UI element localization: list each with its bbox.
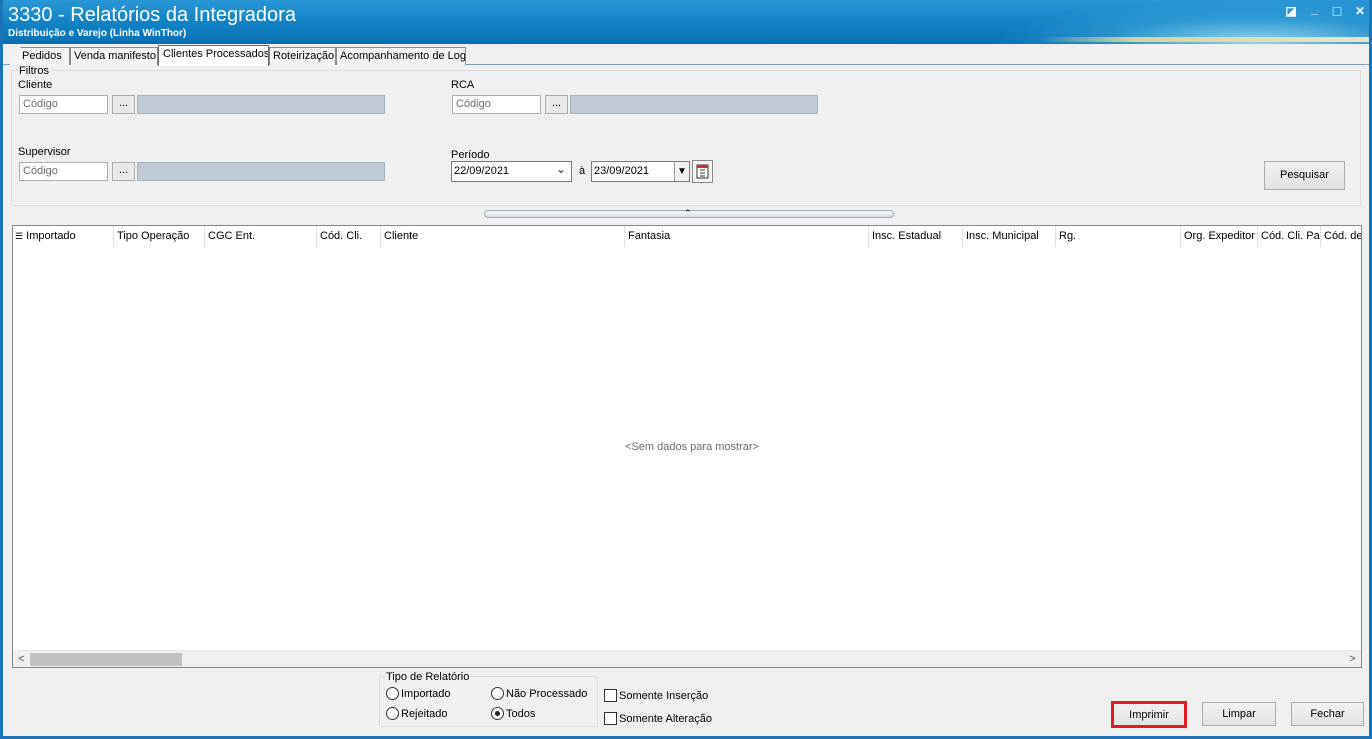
close-icon[interactable]: ✕ [1351,3,1369,19]
calendar-button[interactable] [692,160,713,183]
supervisor-code-input[interactable]: Código [19,162,108,181]
tab-acompanhamento-de-log[interactable]: Acompanhamento de Log [336,47,466,65]
search-button[interactable]: Pesquisar [1264,161,1345,190]
tab-roteirizacao[interactable]: Roteirização [269,47,336,65]
minimize-icon[interactable]: _ [1305,1,1323,17]
grid-column-header[interactable]: CGC Ent. [205,226,317,247]
scroll-left-icon[interactable]: < [13,651,30,668]
chevron-down-icon: ⌄ [555,162,566,176]
grid-column-header[interactable]: Cód. Cli. [317,226,381,247]
cliente-description-field [137,95,385,114]
title-bar-stripe [1039,37,1369,42]
rca-description-field [570,95,818,114]
cliente-lookup-button[interactable]: ... [112,95,135,114]
tab-strip: Pedidos Venda manifesto Clientes Process… [3,44,1369,66]
radio-rejeitado[interactable]: Rejeitado [386,707,447,721]
grid-column-header[interactable]: Cód. de [1321,226,1361,247]
clear-button[interactable]: Limpar [1202,702,1276,726]
cliente-code-input[interactable]: Código [19,95,108,114]
scrollbar-thumb[interactable] [30,653,182,666]
periodo-label: Período [451,149,490,161]
radio-importado[interactable]: Importado [386,687,451,701]
results-grid: ☰ Importado Tipo Operação CGC Ent. Cód. … [12,225,1362,668]
window-subtitle: Distribuição e Varejo (Linha WinThor) [8,28,187,39]
rca-code-input[interactable]: Código [452,95,541,114]
checkbox-icon [604,712,617,725]
grid-column-header[interactable]: Cód. Cli. Pal [1258,226,1321,247]
radio-button-icon [386,687,399,700]
filters-group-label: Filtros [18,65,50,77]
grid-column-header[interactable]: Insc. Estadual [869,226,963,247]
filter-panel-collapse-splitter[interactable]: ⌃ [484,208,894,218]
maximize-icon[interactable]: □ [1328,3,1346,19]
scroll-right-icon[interactable]: > [1344,651,1361,668]
radio-todos[interactable]: Todos [491,707,535,721]
application-window: 3330 - Relatórios da Integradora Distrib… [0,0,1372,739]
grid-column-header[interactable]: Tipo Operação [114,226,205,247]
dropdown-arrow-icon: ▼ [674,162,689,181]
window-title: 3330 - Relatórios da Integradora [8,4,296,26]
period-separator: à [579,165,586,177]
radio-button-icon [386,707,399,720]
print-button-highlight [1111,701,1187,728]
restore-icon[interactable]: ◪ [1282,3,1300,19]
grid-header: ☰ Importado Tipo Operação CGC Ent. Cód. … [13,226,1361,247]
horizontal-scrollbar[interactable]: < > [13,650,1361,667]
rca-lookup-button[interactable]: ... [545,95,568,114]
period-end-date: 23/09/2021 [594,165,650,177]
grid-column-header[interactable]: Cliente [381,226,625,247]
grid-column-header[interactable]: Fantasia [625,226,869,247]
grid-column-header[interactable]: Insc. Municipal [963,226,1056,247]
rca-label: RCA [451,79,475,91]
supervisor-label: Supervisor [18,146,71,158]
collapse-up-icon: ⌃ [684,208,692,218]
grid-empty-message: <Sem dados para mostrar> [625,441,759,453]
change-only-checkbox[interactable]: Somente Alteração [604,712,712,726]
close-button[interactable]: Fechar [1291,702,1364,726]
checkbox-icon [604,689,617,702]
grid-column-header[interactable]: ☰ Importado [13,226,114,247]
grid-column-header[interactable]: Org. Expeditor [1181,226,1258,247]
grid-column-header[interactable]: Rg. [1056,226,1181,247]
period-end-date-picker[interactable]: 23/09/2021 ▼ [591,161,690,182]
column-chooser-icon[interactable]: ☰ [15,231,23,241]
supervisor-description-field [137,162,385,181]
supervisor-lookup-button[interactable]: ... [112,162,135,181]
report-type-label: Tipo de Relatório [385,671,471,683]
title-bar: 3330 - Relatórios da Integradora Distrib… [3,0,1369,44]
tab-venda-manifesto[interactable]: Venda manifesto [70,47,158,65]
cliente-label: Cliente [18,79,53,91]
insert-only-checkbox[interactable]: Somente Inserção [604,689,708,703]
filters-group [11,70,1361,206]
tab-clientes-processados[interactable]: Clientes Processados [158,45,269,66]
radio-nao-processado[interactable]: Não Processado [491,687,587,701]
period-start-date: 22/09/2021 [454,165,510,177]
period-start-date-picker[interactable]: 22/09/2021 ⌄ [451,161,572,182]
radio-button-icon [491,687,504,700]
radio-selected-icon [491,707,504,720]
tab-pedidos[interactable]: Pedidos [9,47,70,65]
calendar-icon [696,164,709,179]
